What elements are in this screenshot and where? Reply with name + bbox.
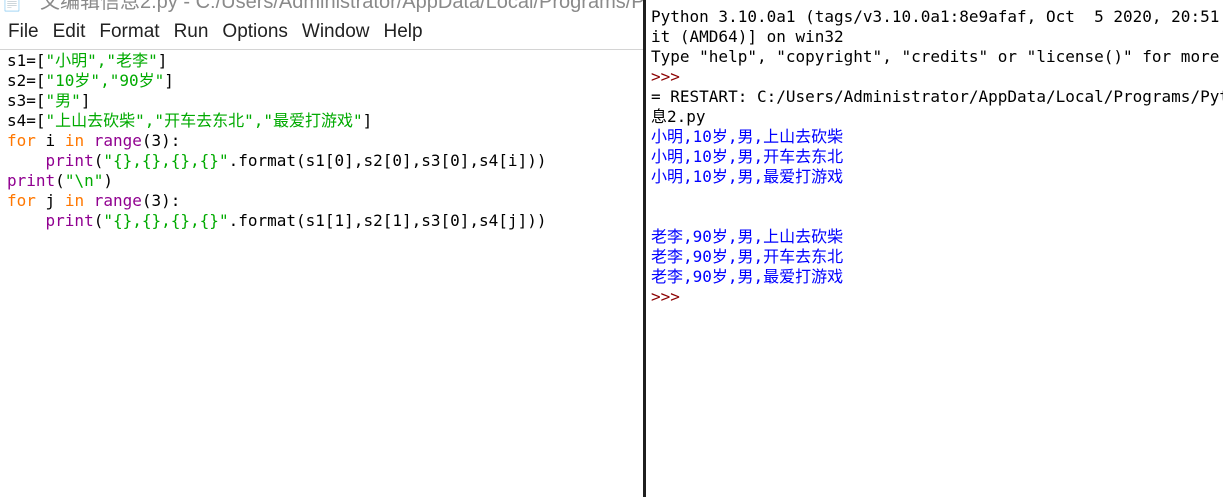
code-token: ] [362, 111, 373, 130]
menu-options[interactable]: Options [222, 21, 287, 43]
code-token: i [35, 131, 65, 150]
menu-run[interactable]: Run [174, 21, 209, 43]
shell-line: 小明,10岁,男,开车去东北 [651, 147, 844, 166]
code-token: range [93, 131, 142, 150]
menu-format[interactable]: Format [99, 21, 159, 43]
code-token: .format(s1[0],s2[0],s3[0],s4[i])) [228, 151, 547, 170]
code-token: ] [157, 51, 168, 70]
menu-help[interactable]: Help [383, 21, 422, 43]
menu-file[interactable]: File [8, 21, 39, 43]
menu-window[interactable]: Window [302, 21, 370, 43]
shell-line: = RESTART: C:/Users/Administrator/AppDat… [651, 87, 1223, 106]
code-token: s4=[ [7, 111, 46, 130]
code-token: s1=[ [7, 51, 46, 70]
code-line[interactable]: s4=["上山去砍柴","开车去东北","最爱打游戏"] [7, 111, 643, 131]
code-line[interactable]: s1=["小明","老李"] [7, 51, 643, 71]
shell-line: Python 3.10.0a1 (tags/v3.10.0a1:8e9afaf,… [651, 7, 1223, 26]
code-line[interactable]: s2=["10岁","90岁"] [7, 71, 643, 91]
code-token: j [35, 191, 65, 210]
code-token: ( [55, 171, 65, 190]
shell-line: 老李,90岁,男,开车去东北 [651, 247, 844, 266]
code-token: print [45, 211, 94, 230]
code-token: ] [80, 91, 91, 110]
code-token: "{},{},{},{}" [103, 151, 229, 170]
code-token: ) [103, 171, 113, 190]
code-line[interactable]: print("\n") [7, 171, 643, 191]
code-line[interactable]: print("{},{},{},{}".format(s1[0],s2[0],s… [7, 151, 643, 171]
shell-prompt: >>> [651, 287, 680, 306]
code-token: "小明","老李" [45, 51, 158, 70]
code-editor[interactable]: s1=["小明","老李"] s2=["10岁","90岁"] s3=["男"] s4… [0, 51, 643, 497]
code-token: "男" [45, 91, 81, 110]
code-token: "\n" [64, 171, 104, 190]
code-token: in [64, 131, 85, 150]
code-token: s3=[ [7, 91, 46, 110]
shell-output[interactable]: Python 3.10.0a1 (tags/v3.10.0a1:8e9afaf,… [651, 7, 1223, 307]
code-token: (3): [141, 191, 181, 210]
code-line[interactable]: for i in range(3): [7, 131, 643, 151]
editor-title: 文编辑信息2.py - C:/Users/Administrator/AppDa… [40, 0, 643, 13]
code-token: range [93, 191, 142, 210]
code-token: "{},{},{},{}" [103, 211, 229, 230]
shell-line: 老李,90岁,男,上山去砍柴 [651, 227, 844, 246]
code-token: print [45, 151, 94, 170]
shell-line: 息2.py [651, 107, 706, 126]
code-token: for [7, 131, 36, 150]
shell-line: 小明,10岁,男,最爱打游戏 [651, 167, 844, 186]
code-token: print [7, 171, 56, 190]
code-token: s2=[ [7, 71, 46, 90]
shell-line: 小明,10岁,男,上山去砍柴 [651, 127, 844, 146]
code-token: ] [164, 71, 174, 90]
shell-prompt: >>> [651, 67, 680, 86]
code-token: (3): [141, 131, 181, 150]
menu-edit[interactable]: Edit [53, 21, 86, 43]
code-line[interactable]: for j in range(3): [7, 191, 643, 211]
editor-titlebar[interactable]: 📄 文编辑信息2.py - C:/Users/Administrator/App… [0, 0, 643, 14]
code-token: ( [93, 151, 104, 170]
code-token: ( [93, 211, 104, 230]
editor-window: 📄 文编辑信息2.py - C:/Users/Administrator/App… [0, 0, 643, 497]
desktop: 📄 文编辑信息2.py - C:/Users/Administrator/App… [0, 0, 1223, 497]
code-line[interactable]: print("{},{},{},{}".format(s1[1],s2[1],s… [7, 211, 643, 231]
idle-app-icon: 📄 [2, 0, 22, 12]
code-token: .format(s1[1],s2[1],s3[0],s4[j])) [228, 211, 547, 230]
code-token: "上山去砍柴","开车去东北","最爱打游戏" [45, 111, 363, 130]
editor-menubar: File Edit Format Run Options Window Help [0, 14, 643, 50]
shell-line: it (AMD64)] on win32 [651, 27, 844, 46]
shell-window[interactable]: Python 3.10.0a1 (tags/v3.10.0a1:8e9afaf,… [646, 0, 1223, 497]
code-token: "10岁","90岁" [45, 71, 165, 90]
shell-line: 老李,90岁,男,最爱打游戏 [651, 267, 844, 286]
code-line[interactable]: s3=["男"] [7, 91, 643, 111]
code-token: for [7, 191, 36, 210]
code-token: in [64, 191, 85, 210]
shell-line: Type "help", "copyright", "credits" or "… [651, 47, 1220, 66]
